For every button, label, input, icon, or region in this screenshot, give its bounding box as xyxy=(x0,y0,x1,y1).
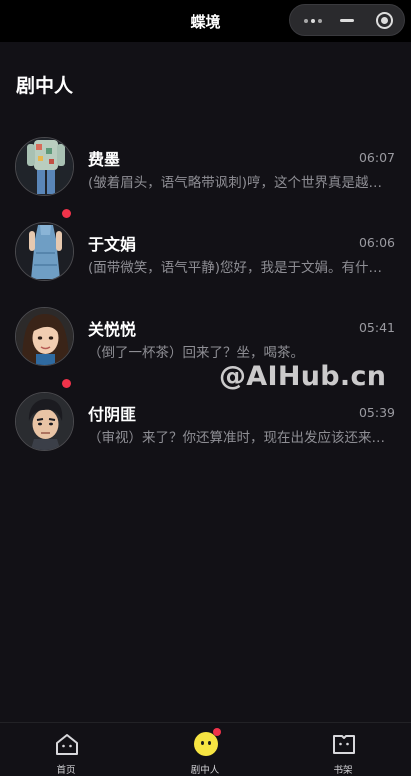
top-bar: 蝶境 xyxy=(0,0,411,42)
chat-list: 费墨 06:07 (皱着眉头，语气略带讽刺)哼，这个世界真是越来越离谱了 于文娟… xyxy=(0,127,411,467)
message-preview: (皱着眉头，语气略带讽刺)哼，这个世界真是越来越离谱了 xyxy=(88,175,394,191)
message-preview: （倒了一杯茶）回来了？坐，喝茶。 xyxy=(88,345,304,361)
message-time: 06:06 xyxy=(358,235,395,250)
watermark: @AIHub.cn xyxy=(219,361,387,392)
message-preview: （审视）来了？你还算准时，现在出发应该还来得及 xyxy=(88,430,394,446)
chat-item-yu-wenjuan[interactable]: 于文娟 06:06 (面带微笑，语气平静)您好，我是于文娟。有什么可以帮您 xyxy=(0,209,411,297)
tab-characters[interactable]: 剧中人 xyxy=(145,723,265,776)
tab-bookshelf[interactable]: 书架 xyxy=(283,723,403,776)
message-preview: (面带微笑，语气平静)您好，我是于文娟。有什么可以帮您 xyxy=(88,260,394,276)
avatar xyxy=(15,307,74,366)
mini-program-capsule xyxy=(289,4,405,36)
app-screen: 蝶境 剧中人 费墨 06:07 (皱着眉头，语气略带讽刺)哼，这个世界真是越来 … xyxy=(0,0,411,776)
chat-item-fei-mo[interactable]: 费墨 06:07 (皱着眉头，语气略带讽刺)哼，这个世界真是越来越离谱了 xyxy=(0,127,411,212)
bookshelf-icon xyxy=(333,735,355,754)
message-time: 05:39 xyxy=(358,405,395,420)
page-title: 剧中人 xyxy=(16,75,74,97)
contact-name: 费墨 xyxy=(88,150,121,169)
contact-name: 关悦悦 xyxy=(88,320,137,339)
avatar xyxy=(15,222,74,281)
tab-badge xyxy=(213,728,221,736)
close-icon[interactable] xyxy=(376,12,393,29)
avatar xyxy=(15,137,74,196)
more-icon[interactable] xyxy=(304,19,326,23)
contact-name: 于文娟 xyxy=(88,235,137,254)
avatar xyxy=(15,392,74,451)
bottom-tab-bar: 首页 剧中人 书架 xyxy=(0,722,411,776)
unread-dot xyxy=(62,209,71,218)
minimize-icon[interactable] xyxy=(340,19,354,22)
unread-dot xyxy=(62,379,71,388)
chat-item-fu-yinfei[interactable]: 付阴匪 05:39 （审视）来了？你还算准时，现在出发应该还来得及 xyxy=(0,379,411,467)
home-icon xyxy=(56,734,78,755)
tab-home[interactable]: 首页 xyxy=(6,723,126,776)
tab-label: 书架 xyxy=(333,765,353,776)
contact-name: 付阴匪 xyxy=(88,405,137,424)
message-time: 06:07 xyxy=(358,150,395,165)
tab-label: 首页 xyxy=(56,765,76,776)
tab-label: 剧中人 xyxy=(190,765,220,776)
message-time: 05:41 xyxy=(358,320,395,335)
